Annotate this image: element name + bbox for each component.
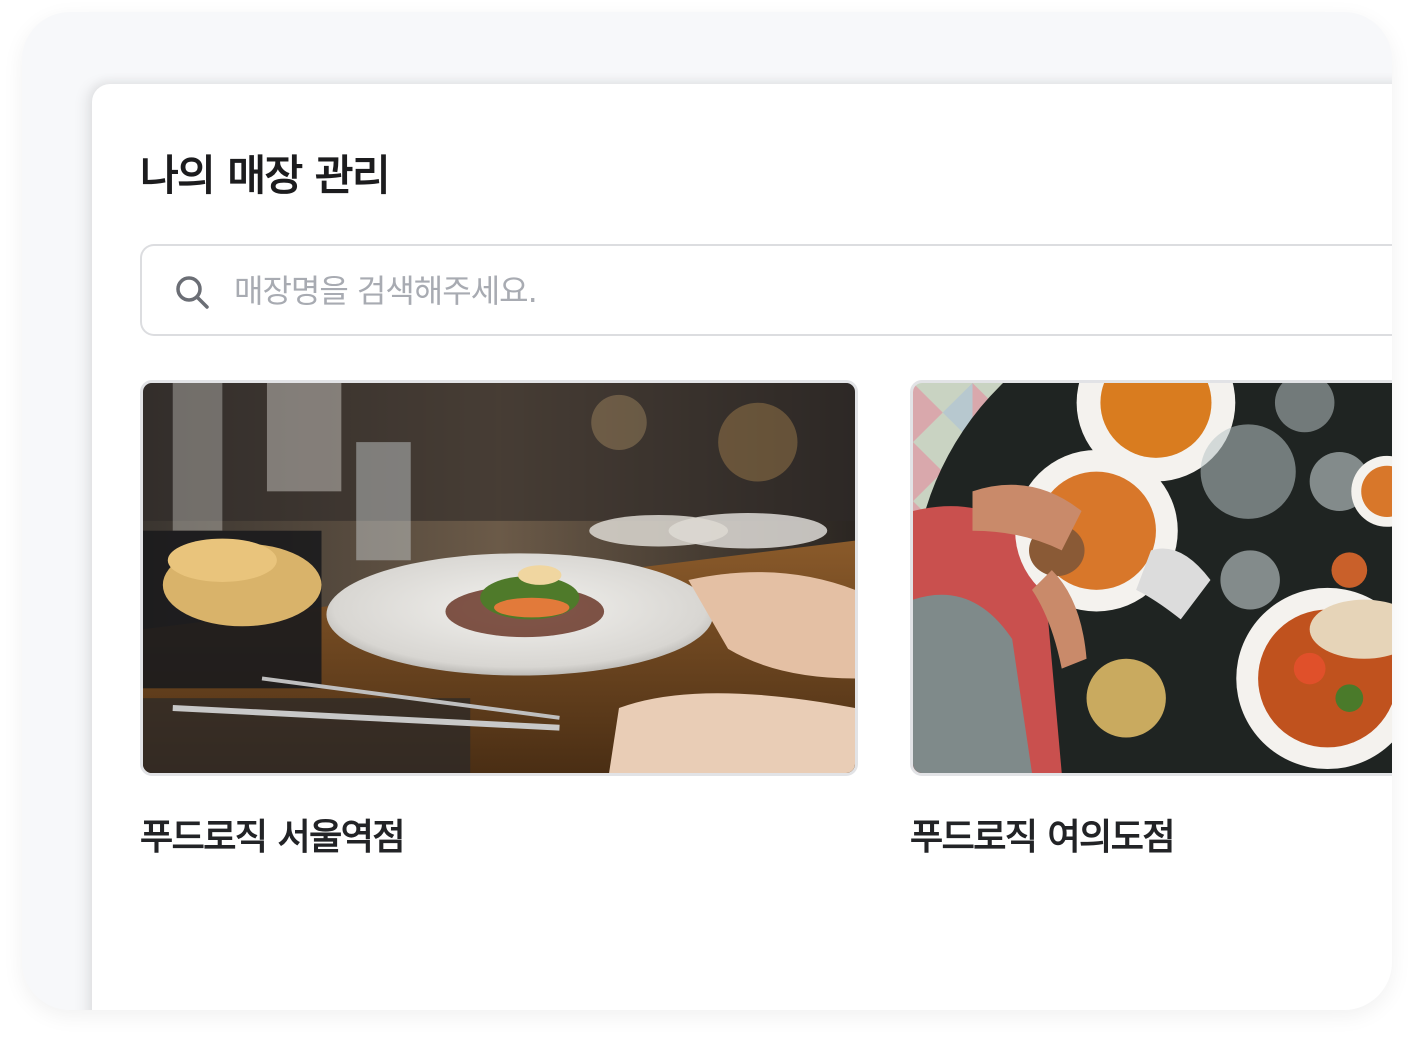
search-input[interactable]: [232, 264, 1336, 318]
store-name[interactable]: 푸드로직 서울역점: [140, 808, 406, 860]
store-image[interactable]: [140, 380, 858, 776]
store-name[interactable]: 푸드로직 여의도점: [910, 808, 1176, 860]
store-card[interactable]: 푸드로직 여의도점: [910, 380, 1392, 858]
store-image[interactable]: [910, 380, 1392, 776]
store-management-panel: 나의 매장 관리 매장명을 검색해주세요. 푸드로직 서울역점 푸드로직 여의도…: [92, 84, 1392, 1010]
store-card[interactable]: 푸드로직 서울역점: [140, 380, 858, 858]
page-title: 나의 매장 관리: [140, 151, 391, 200]
search-bar[interactable]: [140, 244, 1392, 336]
search-icon: [174, 274, 210, 310]
app-frame: 나의 매장 관리 매장명을 검색해주세요. 푸드로직 서울역점 푸드로직 여의도…: [22, 12, 1392, 1010]
